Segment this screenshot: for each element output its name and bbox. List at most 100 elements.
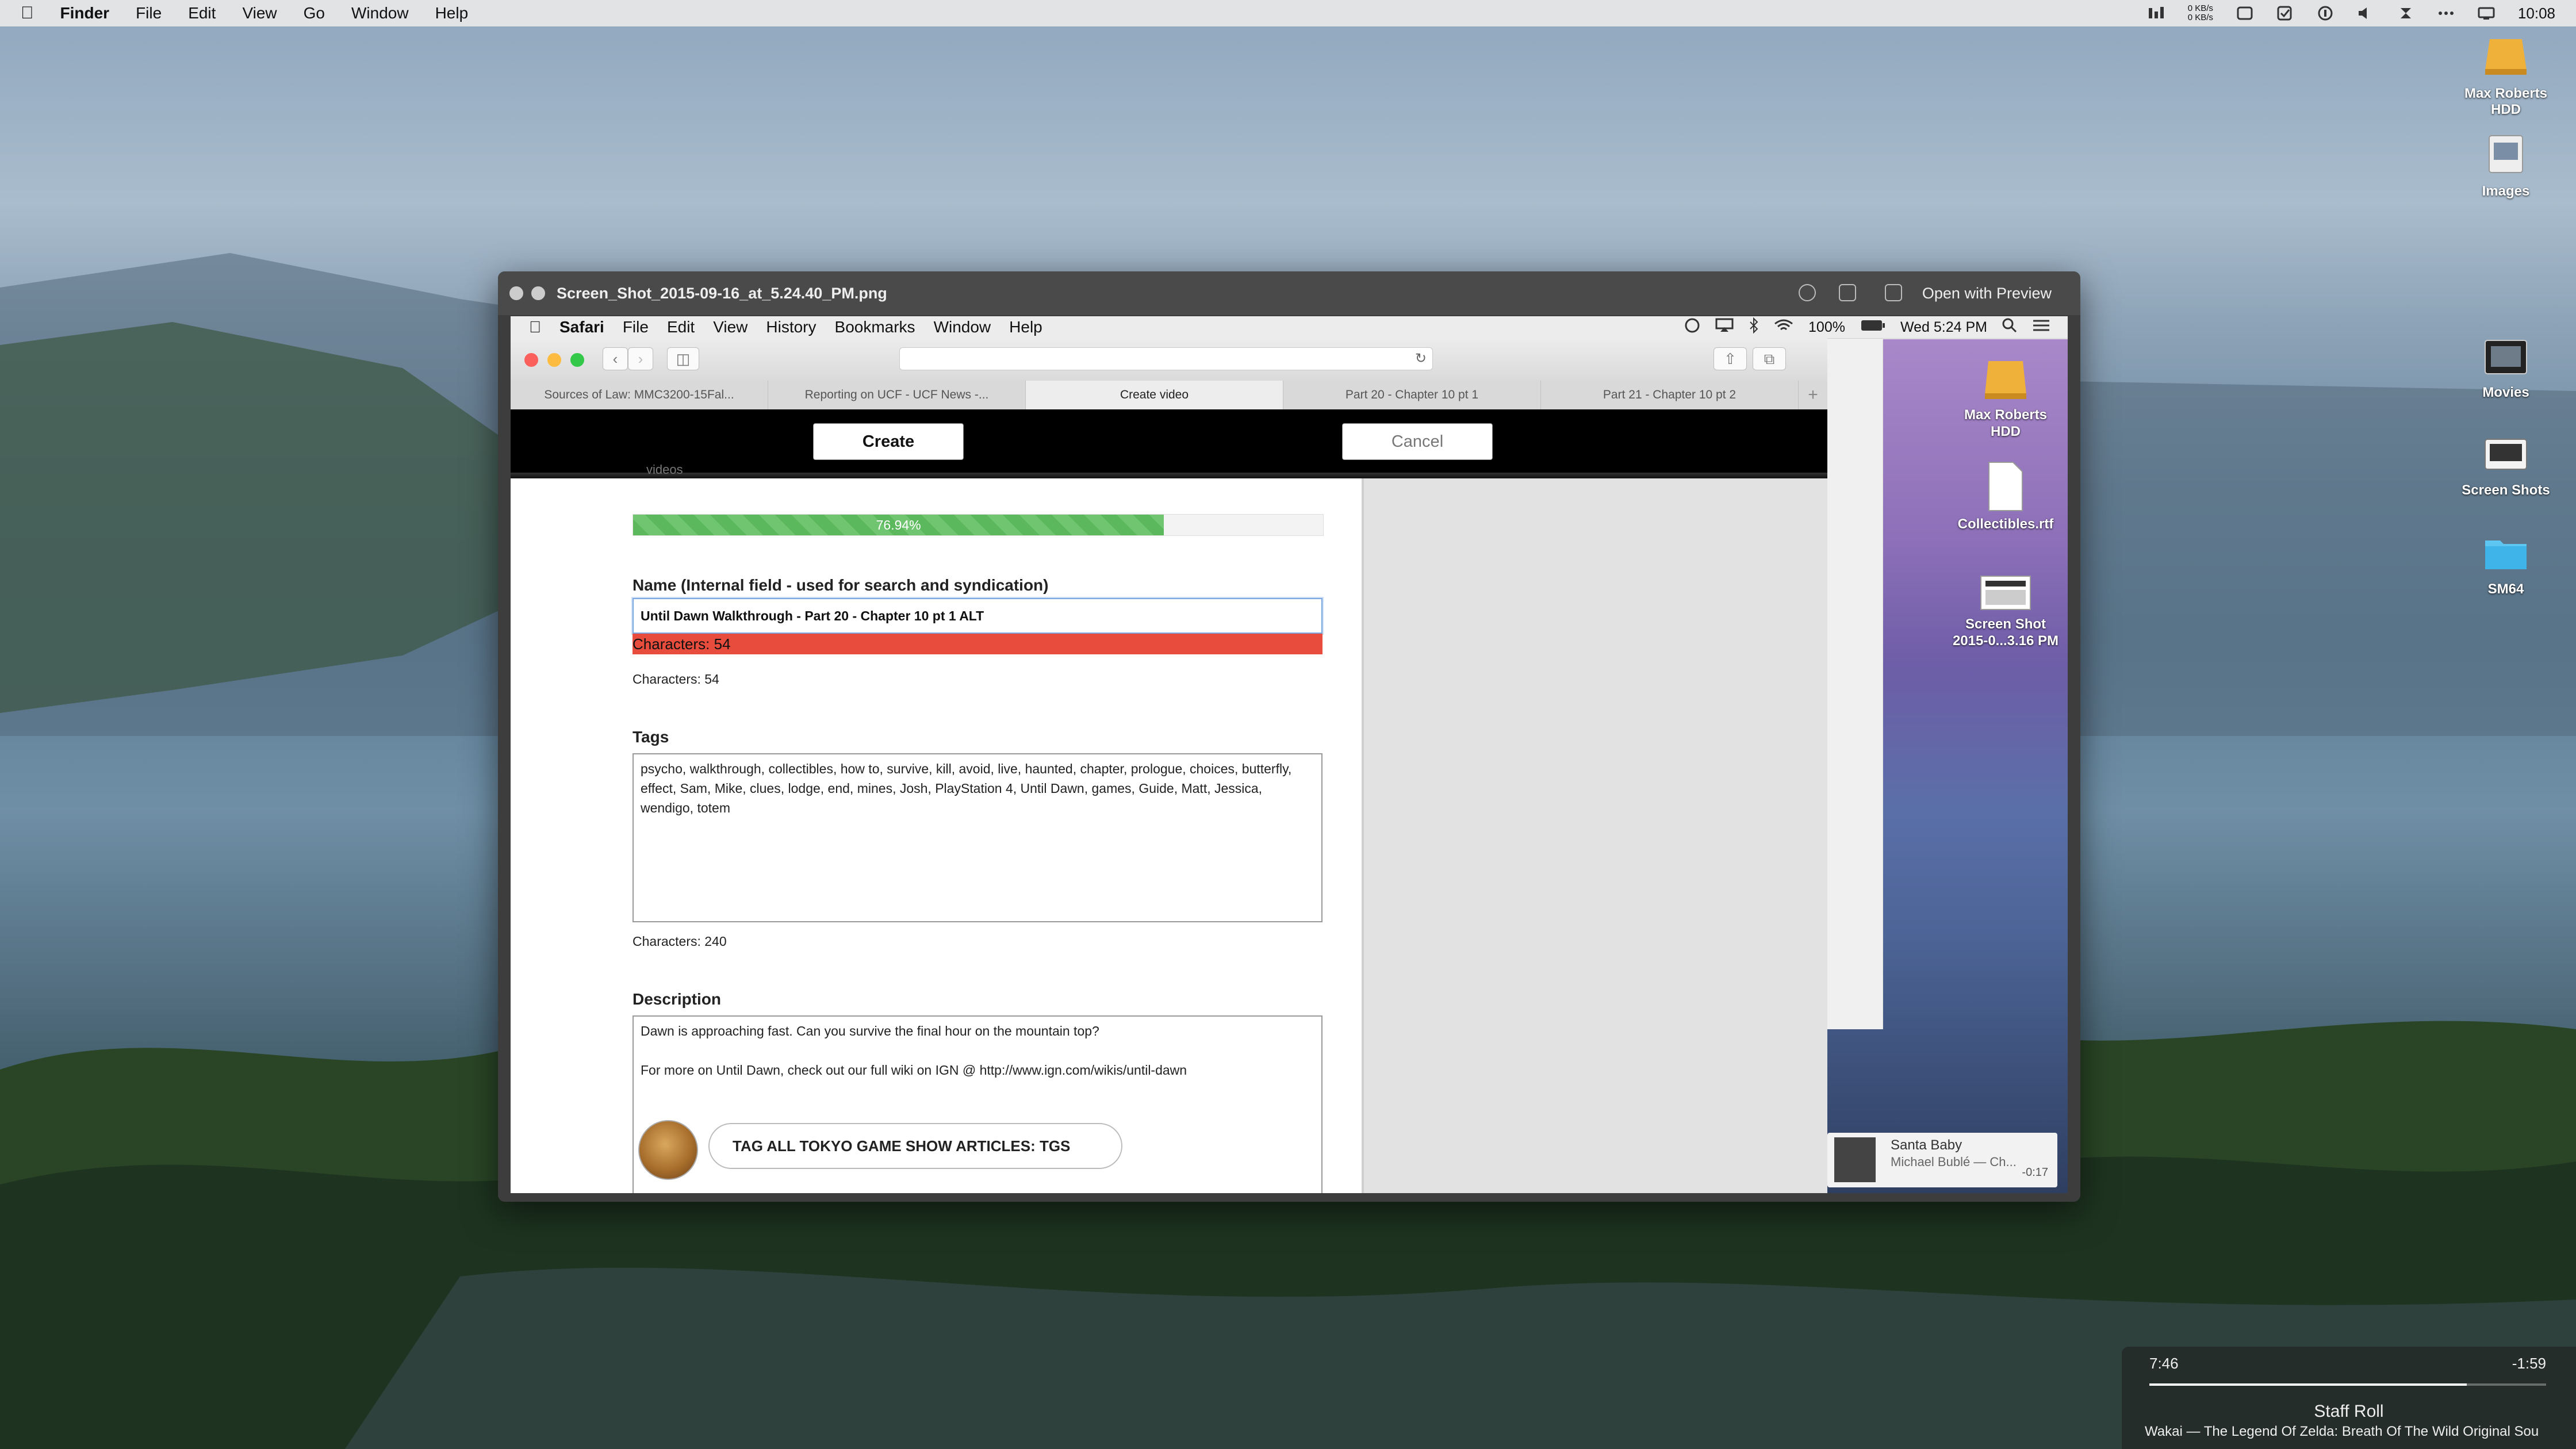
forward-button[interactable]: ›: [628, 347, 653, 370]
create-button[interactable]: Create: [813, 423, 964, 460]
menu-file[interactable]: File: [136, 4, 162, 22]
inner-clock[interactable]: Wed 5:24 PM: [1900, 319, 1987, 336]
inner-desktop-icon-hdd[interactable]: Max Roberts HDD: [1948, 358, 2063, 440]
airplay-icon[interactable]: [1715, 318, 1734, 337]
desktop-icon-screenshots[interactable]: Screen Shots: [2460, 436, 2552, 499]
desktop-icon-label: Max Roberts HDD: [1964, 407, 2048, 439]
back-button[interactable]: ‹: [603, 347, 628, 370]
checkbox-app-icon[interactable]: [2276, 6, 2294, 21]
inner-desktop-icon-rtf[interactable]: Collectibles.rtf: [1948, 461, 2063, 532]
folder-icon: [2460, 436, 2552, 478]
itunes-miniplayer[interactable]: Santa Baby Michael Bublé — Ch... -0:17: [1827, 1133, 2057, 1187]
cancel-button[interactable]: Cancel: [1342, 423, 1493, 460]
menu-view[interactable]: View: [713, 318, 747, 336]
tags-textarea[interactable]: psycho, walkthrough, collectibles, how t…: [632, 753, 1322, 922]
desktop-icon-images[interactable]: Images: [2460, 133, 2552, 200]
menu-edit[interactable]: Edit: [188, 4, 216, 22]
bartender-icon[interactable]: [2397, 6, 2414, 21]
menu-window[interactable]: Window: [351, 4, 409, 22]
name-input[interactable]: Until Dawn Walkthrough - Part 20 - Chapt…: [632, 598, 1322, 634]
itunes-title: Santa Baby: [1891, 1137, 1962, 1153]
action-bar-shadow: [511, 473, 1827, 478]
notification-icon[interactable]: [2236, 6, 2253, 21]
menu-help[interactable]: Help: [1009, 318, 1042, 336]
inner-menubar:  Safari File Edit View History Bookmark…: [511, 316, 2068, 339]
display-icon[interactable]: [2478, 6, 2495, 21]
net-upload: 0 KB/s: [2187, 3, 2213, 13]
battery-icon[interactable]: [1860, 319, 1885, 336]
right-empty-pane: [1364, 478, 1827, 1193]
share-icon[interactable]: [1885, 284, 1902, 301]
wifi-icon[interactable]: [1774, 318, 1793, 337]
desktop-icon-label: SM64: [2487, 581, 2524, 597]
safari-toolbar: ‹ › ◫ ↻ ⇧ ⧉: [511, 338, 1827, 381]
desktop-icon-label: Screen Shot 2015-0...3.16 PM: [1952, 616, 2059, 649]
np-title: Staff Roll: [2314, 1402, 2384, 1421]
apple-menu-icon[interactable]: : [529, 318, 541, 336]
tab-sources-of-law[interactable]: Sources of Law: MMC3200-15Fal...: [511, 381, 768, 409]
fullscreen-icon[interactable]: [531, 286, 545, 300]
tag-tgs-banner[interactable]: TAG ALL TOKYO GAME SHOW ARTICLES: TGS: [708, 1123, 1122, 1169]
tab-part-20[interactable]: Part 20 - Chapter 10 pt 1: [1283, 381, 1541, 409]
tabs-overview-icon[interactable]: ⧉: [1753, 347, 1786, 370]
description-field-label: Description: [632, 990, 722, 1008]
bluetooth-icon[interactable]: [1749, 317, 1759, 338]
now-playing-widget[interactable]: 7:46 -1:59 Staff Roll Wakai — The Legend…: [2122, 1347, 2576, 1449]
menu-help[interactable]: Help: [435, 4, 469, 22]
more-icon[interactable]: [2437, 6, 2455, 21]
tags-character-count: Characters: 240: [632, 934, 727, 949]
menu-history[interactable]: History: [766, 318, 816, 336]
close-window-button[interactable]: [524, 353, 538, 367]
activity-meter-icon[interactable]: [2148, 6, 2165, 21]
1password-icon[interactable]: [2317, 6, 2334, 21]
notification-center-icon[interactable]: [2032, 319, 2050, 336]
tab-part-21[interactable]: Part 21 - Chapter 10 pt 2: [1541, 381, 1799, 409]
battery-percent: 100%: [1808, 319, 1845, 335]
menu-app-finder[interactable]: Finder: [60, 4, 110, 22]
minimize-window-button[interactable]: [547, 353, 561, 367]
upload-progress-bar: 76.94%: [632, 514, 1324, 536]
inner-desktop-icon-screenshot[interactable]: Screen Shot 2015-0...3.16 PM: [1948, 574, 2063, 649]
np-progress-bar[interactable]: [2149, 1383, 2546, 1386]
np-remaining: -1:59: [2512, 1355, 2546, 1372]
desktop-icon-sm64[interactable]: SM64: [2460, 535, 2552, 597]
menu-app-safari[interactable]: Safari: [559, 318, 604, 336]
apple-menu-icon[interactable]: : [21, 3, 34, 23]
desktop-icon-label: Movies: [2482, 385, 2529, 400]
sidebar-toggle-icon[interactable]: ◫: [667, 347, 699, 370]
create-video-form: 76.94% Name (Internal field - used for s…: [511, 478, 1364, 1193]
menu-edit[interactable]: Edit: [667, 318, 695, 336]
new-tab-button[interactable]: +: [1799, 381, 1827, 409]
markup-icon[interactable]: [1799, 284, 1816, 301]
name-length-warning: Characters: 54: [632, 634, 1322, 654]
open-with-preview-button[interactable]: Open with Preview: [1922, 285, 2052, 302]
volume-icon[interactable]: [2357, 6, 2374, 21]
preview-window: Screen_Shot_2015-09-16_at_5.24.40_PM.png…: [498, 271, 2080, 1202]
menu-window[interactable]: Window: [934, 318, 991, 336]
folder-icon: [2460, 535, 2552, 577]
close-icon[interactable]: [509, 286, 523, 300]
menu-bookmarks[interactable]: Bookmarks: [835, 318, 915, 336]
menu-view[interactable]: View: [242, 4, 277, 22]
reload-icon[interactable]: ↻: [1415, 350, 1427, 367]
desktop-icon-movies[interactable]: Movies: [2460, 338, 2552, 401]
tab-bar: Sources of Law: MMC3200-15Fal... Reporti…: [511, 381, 1827, 410]
folder-label: videos: [646, 462, 683, 477]
action-bar: Create Cancel videos: [511, 409, 1827, 478]
address-bar[interactable]: ↻: [899, 347, 1433, 370]
tab-create-video[interactable]: Create video: [1026, 381, 1283, 409]
zoom-window-button[interactable]: [570, 353, 584, 367]
desktop-icon-label: Max Roberts HDD: [2464, 86, 2548, 117]
tab-reporting-on-ucf[interactable]: Reporting on UCF - UCF News -...: [768, 381, 1026, 409]
hard-drive-icon: [2460, 36, 2552, 81]
inner-background-window: [1827, 339, 1883, 1029]
spotlight-icon[interactable]: [2002, 318, 2017, 337]
menu-go[interactable]: Go: [304, 4, 325, 22]
rotate-icon[interactable]: [1839, 284, 1856, 301]
avatar: [638, 1120, 698, 1180]
timemachine-icon[interactable]: [1684, 317, 1700, 338]
menu-file[interactable]: File: [623, 318, 649, 336]
desktop-icon-hdd[interactable]: Max Roberts HDD: [2460, 36, 2552, 118]
menubar-clock[interactable]: 10:08: [2518, 5, 2555, 22]
share-icon[interactable]: ⇧: [1713, 347, 1747, 370]
